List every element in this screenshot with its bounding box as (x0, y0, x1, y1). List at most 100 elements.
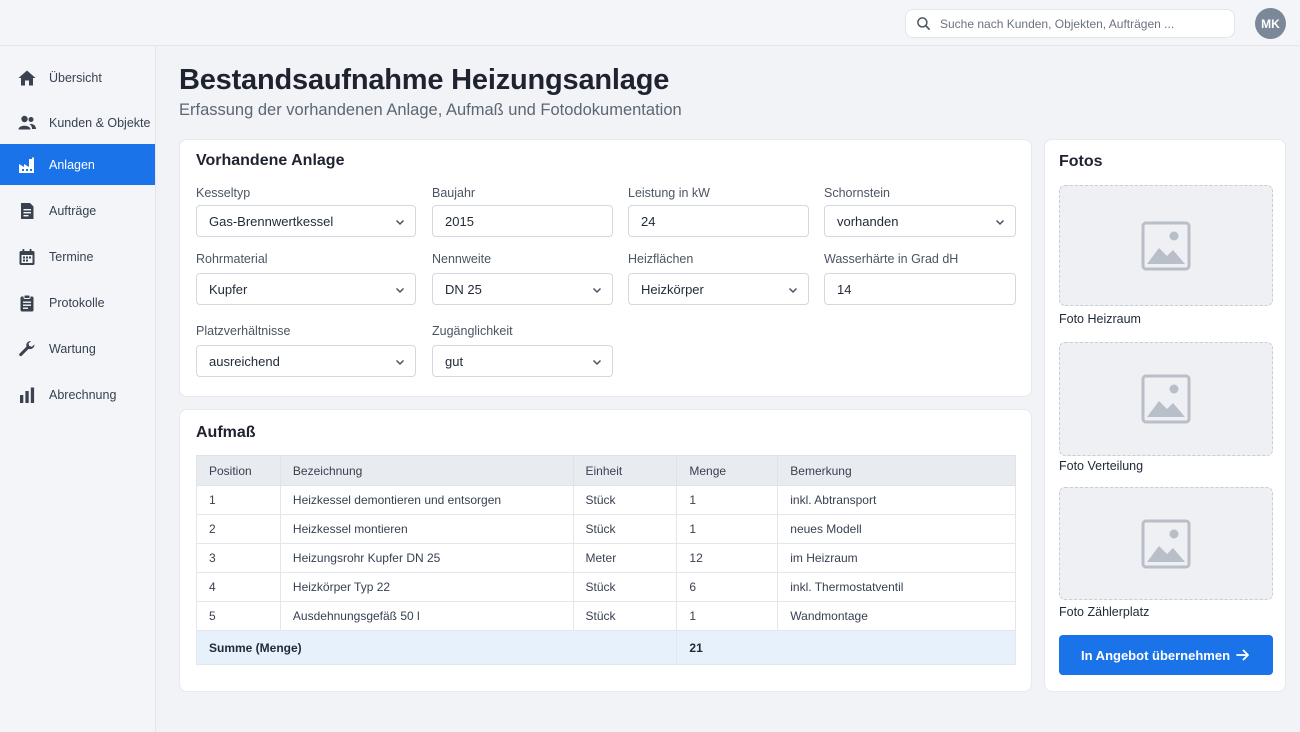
image-placeholder-icon (1141, 374, 1191, 424)
sidebar-item-anlagen[interactable]: Anlagen (0, 144, 155, 185)
table-cell: 5 (196, 601, 281, 631)
rohrmaterial-label: Rohrmaterial (196, 252, 268, 266)
column-header: Position (196, 455, 281, 486)
sidebar-item-label: Wartung (49, 341, 96, 356)
sidebar-item-uebersicht[interactable]: Übersicht (0, 57, 155, 98)
table-cell: Stück (572, 572, 678, 602)
photo-label: Foto Verteilung (1059, 459, 1144, 473)
rohrmaterial-select[interactable]: Kupfer (196, 273, 416, 305)
wasserhaerte-label: Wasserhärte in Grad dH (824, 252, 959, 266)
chevron-down-icon (592, 359, 602, 366)
kesseltyp-label: Kesseltyp (196, 186, 251, 200)
bar-chart-icon (17, 385, 37, 405)
table-cell: Heizkessel demontieren und entsorgen (279, 485, 574, 515)
sidebar-item-auftraege[interactable]: Aufträge (0, 190, 155, 231)
table-cell: inkl. Thermostatventil (777, 572, 1016, 602)
nennweite-value: DN 25 (445, 281, 482, 297)
zugang-select[interactable]: gut (432, 345, 613, 377)
column-header: Menge (676, 455, 779, 486)
leistung-input[interactable]: 24 (628, 205, 809, 237)
sidebar-item-label: Anlagen (49, 157, 95, 172)
page-title: Bestandsaufnahme Heizungsanlage (179, 64, 670, 96)
platz-select[interactable]: ausreichend (196, 345, 416, 377)
nennweite-label: Nennweite (432, 252, 492, 266)
table-cell: Stück (572, 485, 678, 515)
table-cell: Heizungsrohr Kupfer DN 25 (279, 543, 574, 573)
table-cell: Ausdehnungsgefäß 50 l (279, 601, 574, 631)
zugang-value: gut (445, 353, 464, 369)
sidebar-item-protokolle[interactable]: Protokolle (0, 282, 155, 323)
document-icon (17, 201, 37, 221)
photo-label: Foto Heizraum (1059, 312, 1141, 326)
platz-value: ausreichend (209, 353, 280, 369)
schornstein-value: vorhanden (837, 213, 899, 229)
table-cell: 1 (676, 601, 779, 631)
rohrmaterial-value: Kupfer (209, 281, 248, 297)
heizflaechen-value: Heizkörper (641, 281, 704, 297)
home-icon (17, 68, 37, 88)
table-header-row: Position Bezeichnung Einheit Menge Bemer… (196, 455, 1016, 486)
table-cell: neues Modell (777, 514, 1016, 544)
schornstein-label: Schornstein (824, 186, 891, 200)
sidebar-item-label: Übersicht (49, 70, 102, 85)
anlage-card-title: Vorhandene Anlage (196, 152, 345, 169)
column-header: Bezeichnung (279, 455, 574, 486)
table-cell: 12 (676, 543, 779, 573)
platz-label: Platzverhältnisse (196, 324, 291, 338)
baujahr-label: Baujahr (432, 186, 476, 200)
top-bar: MK (0, 0, 1300, 46)
table-row[interactable]: 5 Ausdehnungsgefäß 50 l Stück 1 Wandmont… (196, 601, 1016, 631)
schornstein-select[interactable]: vorhanden (824, 205, 1016, 237)
sidebar-item-kunden-objekte[interactable]: Kunden & Objekte (0, 102, 155, 143)
sum-row: Summe (Menge) 21 (195, 630, 1016, 665)
calendar-icon (17, 247, 37, 267)
kesseltyp-select[interactable]: Gas-Brennwertkessel (196, 205, 416, 237)
chevron-down-icon (395, 359, 405, 366)
wasserhaerte-value: 14 (837, 281, 852, 297)
wasserhaerte-input[interactable]: 14 (824, 273, 1016, 305)
photo-placeholder-verteilung[interactable] (1059, 342, 1273, 456)
sidebar-item-label: Termine (49, 249, 94, 264)
search-input[interactable] (940, 16, 1230, 31)
sidebar-item-label: Abrechnung (49, 387, 117, 402)
sidebar-item-label: Aufträge (49, 203, 97, 218)
kesseltyp-value: Gas-Brennwertkessel (209, 213, 334, 229)
chevron-down-icon (995, 219, 1005, 226)
in-angebot-uebernehmen-button[interactable]: In Angebot übernehmen (1059, 635, 1273, 675)
table-cell: Heizkessel montieren (279, 514, 574, 544)
clipboard-icon (17, 293, 37, 313)
leistung-label: Leistung in kW (628, 186, 710, 200)
people-icon (17, 113, 37, 133)
sidebar-item-abrechnung[interactable]: Abrechnung (0, 374, 155, 415)
sidebar: Übersicht Kunden & Objekte Anlagen Auftr… (0, 46, 156, 732)
sidebar-item-termine[interactable]: Termine (0, 236, 155, 277)
avatar[interactable]: MK (1255, 8, 1286, 39)
table-cell: Meter (572, 543, 678, 573)
sidebar-item-wartung[interactable]: Wartung (0, 328, 155, 369)
column-header: Einheit (572, 455, 678, 486)
heizflaechen-select[interactable]: Heizkörper (628, 273, 809, 305)
chevron-down-icon (395, 287, 405, 294)
nennweite-select[interactable]: DN 25 (432, 273, 613, 305)
search-icon (917, 17, 930, 30)
baujahr-input[interactable]: 2015 (432, 205, 613, 237)
wrench-icon (17, 339, 37, 359)
table-row[interactable]: 1 Heizkessel demontieren und entsorgen S… (196, 485, 1016, 515)
sum-label: Summe (Menge) (195, 630, 678, 665)
image-placeholder-icon (1141, 221, 1191, 270)
table-row[interactable]: 4 Heizkörper Typ 22 Stück 6 inkl. Thermo… (196, 572, 1016, 602)
baujahr-value: 2015 (445, 213, 474, 229)
photo-placeholder-zaehlerplatz[interactable] (1059, 487, 1273, 600)
search-box[interactable] (905, 9, 1235, 38)
sidebar-item-label: Kunden & Objekte (49, 115, 151, 130)
table-row[interactable]: 2 Heizkessel montieren Stück 1 neues Mod… (196, 514, 1016, 544)
table-cell: Stück (572, 514, 678, 544)
table-row[interactable]: 3 Heizungsrohr Kupfer DN 25 Meter 12 im … (196, 543, 1016, 573)
column-header: Bemerkung (777, 455, 1016, 486)
chevron-down-icon (788, 287, 798, 294)
chevron-down-icon (592, 287, 602, 294)
table-cell: 3 (196, 543, 281, 573)
photo-label: Foto Zählerplatz (1059, 605, 1150, 619)
photo-placeholder-heizraum[interactable] (1059, 185, 1273, 306)
arrow-right-icon (1236, 649, 1249, 661)
